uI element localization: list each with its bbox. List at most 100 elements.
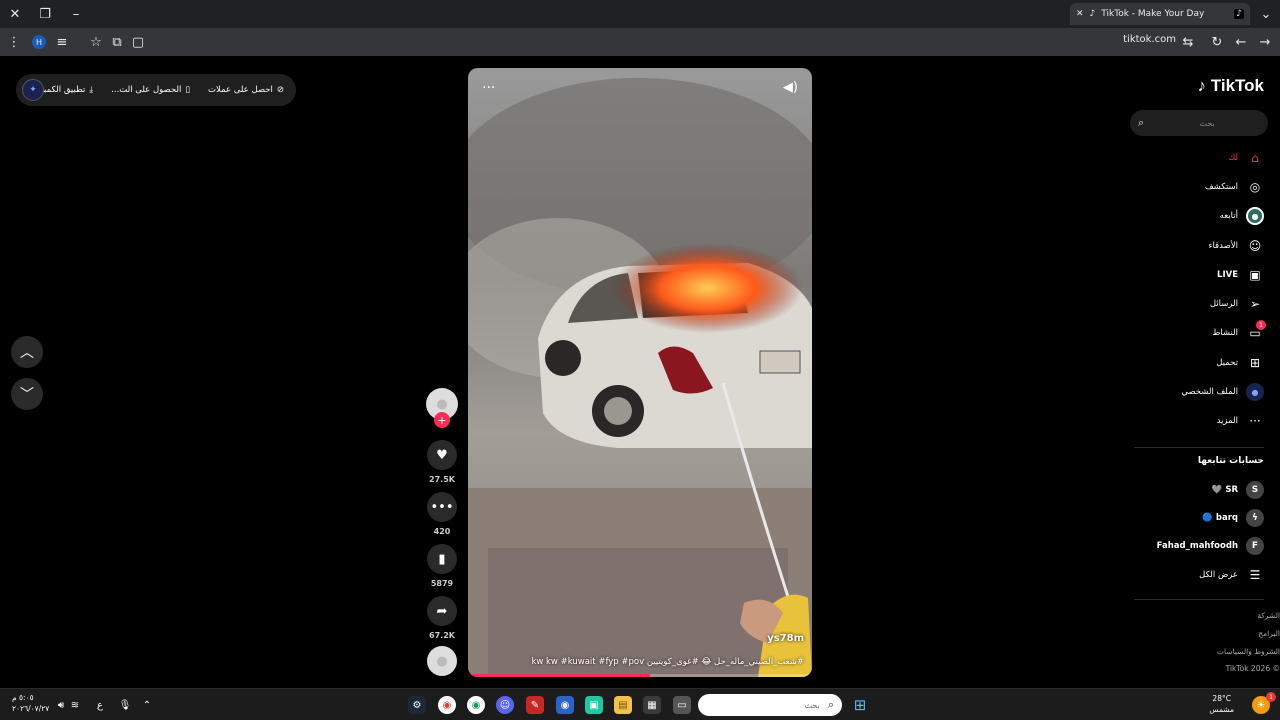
following-account[interactable]: S SR 🩶 — [1212, 480, 1264, 500]
sidebar-item-label: الرسائل — [1209, 299, 1238, 309]
following-name: barq 🔵 — [1202, 513, 1238, 523]
get-coins-button[interactable]: ⊘ احصل على عملات — [208, 85, 284, 95]
following-avatar: S — [1246, 481, 1264, 499]
download-icon: ⤓ — [89, 85, 94, 95]
footer-link[interactable]: الشروط والسياسات — [1217, 647, 1280, 656]
sidebar-divider — [1134, 447, 1264, 448]
sidebar-item-0[interactable]: ⌂ لك — [1228, 148, 1264, 168]
weather-widget[interactable]: 28°C مشمس — [1209, 693, 1234, 715]
like-button[interactable]: ♥ 27.5K — [425, 440, 459, 484]
notification-badge: 1 — [1266, 692, 1276, 702]
restore-window-icon[interactable]: ❐ — [35, 4, 55, 24]
profile-button[interactable]: H — [29, 32, 49, 52]
see-all-label: عرض الكل — [1199, 570, 1238, 580]
search-icon[interactable]: ⌕ — [1138, 116, 1144, 130]
browser-toolbar: ⋮ H ≡ ☆ ⧉ ▢ tiktok.com ⇆ ↻ ← → — [0, 28, 1280, 56]
share-button[interactable]: ➦ 67.2K — [425, 596, 459, 640]
steam-icon[interactable]: ⚙ — [408, 696, 426, 714]
language-indicator[interactable]: ع — [91, 696, 109, 714]
comment-button[interactable]: ••• 420 — [425, 492, 459, 536]
tiktok-app-icon: ♪ — [1234, 9, 1244, 19]
windows-start-icon[interactable]: ⊞ — [851, 696, 869, 714]
video-frame — [468, 68, 812, 677]
tiktok-logo[interactable]: ♪ TikTok — [1198, 76, 1264, 96]
video-author[interactable]: ys78m — [767, 633, 804, 644]
get-app-button[interactable]: ▯ الحصول على الت... — [111, 85, 190, 95]
see-all-following-button[interactable]: ☰ عرض الكل — [1199, 565, 1264, 585]
file-explorer-icon[interactable]: ▤ — [614, 696, 632, 714]
close-window-icon[interactable]: ✕ — [5, 4, 25, 24]
next-video-button[interactable]: ﹀ — [11, 378, 43, 410]
browser-tab[interactable]: ✕ ♪ TikTok - Make Your Day ♪ — [1070, 3, 1250, 25]
reading-list-icon[interactable]: ≡ — [52, 32, 72, 52]
clock-date: ٢٠٢٦/٠٧/٢٧ — [12, 704, 50, 713]
sound-avatar-button[interactable]: ● — [425, 646, 459, 676]
task-view-icon[interactable]: ▭ — [673, 696, 691, 714]
microphone-icon[interactable]: 🎙︎ — [116, 696, 134, 714]
previous-video-button[interactable]: ︿ — [11, 336, 43, 368]
sidebar-item-label: LIVE — [1217, 270, 1238, 280]
video-player[interactable]: ··· ◀) ys78m #شعب_الصيني_ماله_حل 😂 #غوى_… — [468, 68, 812, 677]
sidebar-item-4[interactable]: ▣ LIVE — [1217, 265, 1264, 285]
footer-link[interactable]: الشركة — [1257, 611, 1280, 620]
tab-search-icon[interactable]: ⌄ — [1256, 4, 1276, 24]
sidebar-item-label: أتابعه — [1219, 211, 1238, 221]
bookmark-star-icon[interactable]: ☆ — [86, 32, 106, 52]
follow-plus-icon[interactable]: + — [434, 412, 450, 428]
forward-icon[interactable]: → — [1255, 32, 1275, 52]
taskbar-clock[interactable]: ٥:٠٥ م ٢٠٢٦/٠٧/٢٧ — [12, 692, 49, 714]
discord-icon[interactable]: ☺ — [496, 696, 514, 714]
profile-avatar-icon: ● — [1246, 383, 1264, 401]
sidebar-item-9[interactable]: ··· المزيد — [1217, 411, 1264, 431]
site-settings-icon[interactable]: ⇆ — [1178, 32, 1198, 52]
sidebar-item-1[interactable]: ◎ استكشف — [1205, 177, 1264, 197]
wifi-icon[interactable]: ≋ — [66, 696, 84, 714]
sidebar-item-6[interactable]: ▭ 1 النشاط — [1212, 320, 1266, 343]
footer-link[interactable]: البرامج — [1258, 629, 1280, 638]
sidebar-item-8[interactable]: ● الملف الشخصي — [1181, 382, 1264, 402]
compass-icon: ◎ — [1249, 180, 1261, 194]
list-icon: ☰ — [1249, 568, 1261, 582]
search-input[interactable]: بحث ⌕ — [1130, 110, 1268, 136]
chevron-up-icon: ︿ — [20, 345, 34, 361]
footer-link[interactable]: © 2026 TikTok — [1226, 664, 1280, 673]
following-account[interactable]: F Fahad_mahfoodh — [1157, 536, 1264, 556]
following-avatar-icon: ● — [1246, 207, 1264, 225]
tray-overflow-icon[interactable]: ⌃ — [138, 696, 156, 714]
author-avatar-button[interactable]: ● + — [425, 388, 459, 428]
browser-menu-icon[interactable]: ⋮ — [4, 32, 24, 52]
following-account[interactable]: ϟ barq 🔵 — [1202, 508, 1264, 528]
video-progress-bar[interactable] — [468, 674, 812, 677]
extensions-icon[interactable]: ⧉ — [107, 32, 127, 52]
app-red-icon[interactable]: ✎ — [526, 696, 544, 714]
taskbar-search-input[interactable]: ⌕ بحث — [698, 694, 842, 716]
reload-icon[interactable]: ↻ — [1207, 32, 1227, 52]
back-icon[interactable]: ← — [1231, 32, 1251, 52]
store-icon[interactable]: ▦ — [643, 696, 661, 714]
chrome-icon[interactable]: ◉ — [438, 696, 456, 714]
sidebar-item-label: الملف الشخصي — [1181, 387, 1238, 397]
weather-temp: 28°C — [1212, 694, 1231, 703]
volume-icon[interactable]: ◀) — [783, 80, 798, 95]
upload-icon: ⊞ — [1249, 356, 1261, 370]
bookmark-button[interactable]: ▮ 5879 — [425, 544, 459, 588]
screenshot-icon[interactable]: ▢ — [128, 32, 148, 52]
chrome-active-icon[interactable]: ◉ — [556, 696, 574, 714]
tab-favicon-icon: ♪ — [1089, 9, 1096, 19]
taskbar-search-placeholder: بحث — [804, 700, 820, 710]
chrome-profile-icon[interactable]: ◉ — [467, 696, 485, 714]
sidebar-item-3[interactable]: ☺ الأصدقاء — [1208, 236, 1264, 256]
sidebar-item-5[interactable]: ➢ الرسائل — [1210, 294, 1264, 314]
comment-count: 420 — [433, 527, 451, 536]
sidebar-item-label: الأصدقاء — [1208, 241, 1238, 251]
address-bar-url[interactable]: tiktok.com — [1123, 34, 1176, 45]
user-avatar[interactable]: ✦ — [22, 79, 44, 101]
video-options-icon[interactable]: ··· — [482, 80, 495, 96]
app-green-icon[interactable]: ▣ — [585, 696, 603, 714]
video-progress-fill — [468, 674, 651, 677]
minimize-window-icon[interactable]: – — [66, 4, 86, 24]
tab-close-icon[interactable]: ✕ — [1076, 9, 1084, 19]
sidebar-item-2[interactable]: ● أتابعه — [1220, 206, 1264, 226]
sidebar-item-label: لك — [1228, 153, 1238, 163]
sidebar-item-7[interactable]: ⊞ تحميل — [1216, 353, 1264, 373]
